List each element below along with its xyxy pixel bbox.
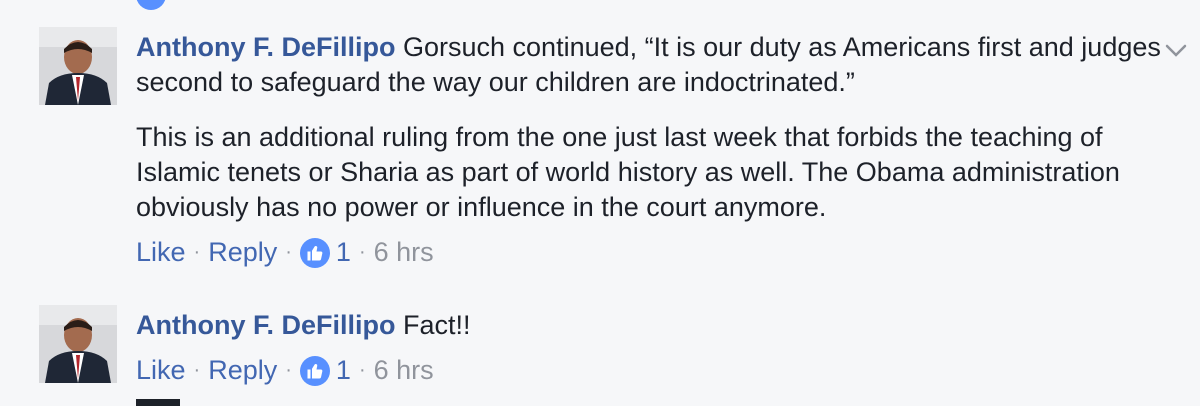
comment-text: This is an additional ruling from the on… xyxy=(136,122,1120,222)
like-link[interactable]: Like xyxy=(136,235,186,270)
separator-dot: · xyxy=(358,359,366,381)
like-link[interactable]: Like xyxy=(136,353,186,388)
reply-link[interactable]: Reply xyxy=(208,353,277,388)
comment-timestamp[interactable]: 6 hrs xyxy=(374,353,434,388)
thumbs-up-icon xyxy=(136,0,166,10)
next-comment-avatar xyxy=(136,399,180,406)
avatar[interactable] xyxy=(39,305,117,383)
comment-author[interactable]: Anthony F. DeFillipo xyxy=(136,310,395,340)
separator-dot: · xyxy=(193,359,201,381)
thumbs-up-icon xyxy=(299,237,330,268)
comments-thread: Anthony F. DeFillipo Gorsuch continued, … xyxy=(0,0,1200,406)
thumbs-up-icon xyxy=(299,355,330,386)
chevron-down-icon[interactable] xyxy=(1164,42,1188,60)
reaction-count: 1 xyxy=(335,355,351,385)
reaction-summary[interactable]: 1 xyxy=(299,353,351,388)
avatar-image xyxy=(39,305,117,383)
avatar[interactable] xyxy=(39,27,117,105)
separator-dot: · xyxy=(193,241,201,263)
separator-dot: · xyxy=(358,241,366,263)
reply-link[interactable]: Reply xyxy=(208,235,277,270)
separator-dot: · xyxy=(285,359,292,381)
comment-text: Anthony F. DeFillipo Gorsuch continued, … xyxy=(136,32,1161,97)
comment-actions: Like · Reply · 1 · 6 hrs xyxy=(136,235,1166,270)
separator-dot: · xyxy=(285,241,292,263)
reaction-summary[interactable]: 1 xyxy=(299,235,351,270)
comment-author[interactable]: Anthony F. DeFillipo xyxy=(136,32,395,62)
avatar-image xyxy=(39,27,117,105)
comment-text: Anthony F. DeFillipo Fact!! xyxy=(136,310,471,340)
comment-actions: Like · Reply · 1 · 6 hrs xyxy=(136,353,1166,388)
previous-comment-actions xyxy=(136,0,166,10)
comment-timestamp[interactable]: 6 hrs xyxy=(374,235,434,270)
reaction-count: 1 xyxy=(335,237,351,267)
